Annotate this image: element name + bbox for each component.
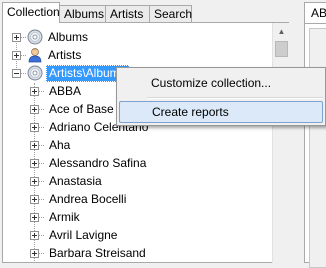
right-panel [304,23,326,268]
tree-child-item[interactable]: Avril Lavigne [3,226,271,244]
tab-bar: Collection Albums Artists Search [0,0,300,24]
tree-child-label: Anastasia [49,174,102,188]
expand-toggle[interactable] [30,141,39,150]
tree-node-label: Artists [48,48,82,62]
expand-toggle[interactable] [30,87,39,96]
cd-icon [27,65,43,81]
expand-toggle[interactable] [30,123,39,132]
expand-toggle[interactable] [12,51,21,60]
context-menu: Customize collection... Create reports [116,67,326,126]
menu-item-create-reports[interactable]: Create reports [119,101,323,123]
tree-child-label: Armik [49,210,80,224]
expand-toggle[interactable] [30,213,39,222]
tree-child-label: Avril Lavigne [49,228,118,242]
menu-separator [147,97,323,99]
tree-child-item[interactable]: Barbara Streisand [3,244,271,262]
cd-icon [27,29,43,45]
tree-child-label: Ace of Base [49,102,114,116]
tree-child-label: Barbara Streisand [49,246,146,260]
scroll-up-arrow-icon[interactable]: ▲ [273,23,290,40]
tree-child-label: Aha [49,138,71,152]
tree-child-label: Andrea Bocelli [49,192,127,206]
tab-collection[interactable]: Collection [2,2,60,23]
tree-child-label: Alessandro Safina [49,156,147,170]
tree-node-label: Albums [48,30,89,44]
scroll-thumb[interactable] [275,41,288,57]
artist-person-icon [28,48,42,63]
right-panel-inner [309,28,326,268]
expand-toggle[interactable] [30,249,39,258]
right-panel-tab[interactable]: ABI [304,2,326,24]
collapse-toggle[interactable] [12,69,21,78]
tree-child-item[interactable]: Anastasia [3,172,271,190]
expand-toggle[interactable] [12,33,21,42]
collection-panel: Albums Artists Artists\Albums ABBA Ace o… [2,22,290,263]
expand-toggle[interactable] [30,159,39,168]
menu-item-customize-collection[interactable]: Customize collection... [119,72,323,94]
collection-tree[interactable]: Albums Artists Artists\Albums ABBA Ace o… [3,23,273,263]
tab-artists[interactable]: Artists [105,5,150,22]
tree-child-item[interactable]: Andrea Bocelli [3,190,271,208]
expand-toggle[interactable] [30,177,39,186]
expand-toggle[interactable] [30,195,39,204]
tree-node-albums[interactable]: Albums [3,28,271,46]
tree-node-artists[interactable]: Artists [3,46,271,64]
expand-toggle[interactable] [30,231,39,240]
vertical-scrollbar[interactable]: ▲ [272,23,290,263]
tree-child-item[interactable]: Armik [3,208,271,226]
tab-search[interactable]: Search [149,5,192,22]
expand-toggle[interactable] [30,105,39,114]
tree-child-label: ABBA [49,84,82,98]
tree-child-item[interactable]: Aha [3,136,271,154]
tab-albums[interactable]: Albums [59,5,106,22]
tree-child-item[interactable]: Alessandro Safina [3,154,271,172]
